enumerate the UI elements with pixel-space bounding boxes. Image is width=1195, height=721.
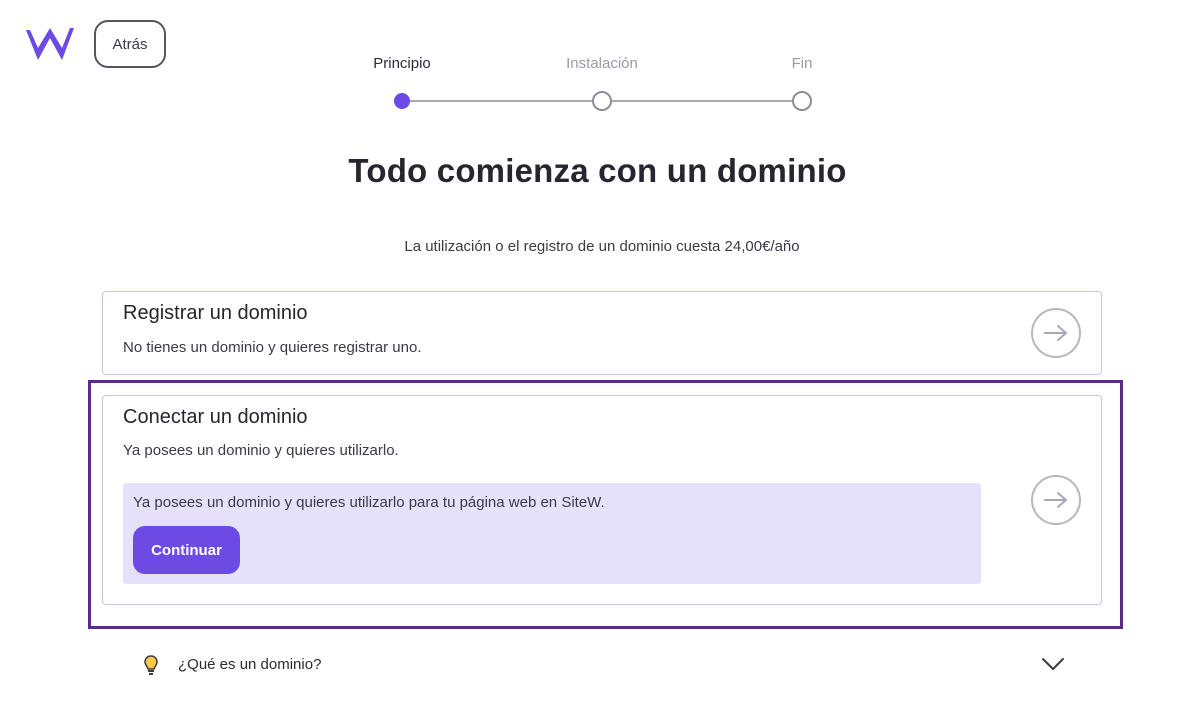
lightbulb-icon (144, 655, 158, 675)
step-dot-active (394, 93, 410, 109)
progress-stepper: Principio Instalación Fin (0, 0, 1195, 120)
step-connector (602, 100, 802, 102)
step-dot (792, 91, 812, 111)
chevron-down-icon[interactable] (1041, 656, 1065, 672)
step-connector (402, 100, 602, 102)
step-dot (592, 91, 612, 111)
connect-domain-arrow-button[interactable] (1031, 475, 1081, 525)
register-domain-option[interactable]: Registrar un dominio No tienes un domini… (102, 291, 1102, 375)
step-label-fin: Fin (791, 55, 813, 72)
register-domain-title: Registrar un dominio (123, 302, 308, 324)
faq-label: ¿Qué es un dominio? (178, 656, 322, 673)
page-title: Todo comienza con un dominio (348, 152, 847, 189)
step-label-principio: Principio (373, 55, 431, 72)
page-subtitle: La utilización o el registro de un domin… (404, 238, 800, 255)
connect-domain-title: Conectar un dominio (123, 406, 308, 428)
register-domain-arrow-button[interactable] (1031, 308, 1081, 358)
arrow-right-icon (1044, 492, 1067, 508)
connect-domain-detail: Ya posees un dominio y quieres utilizarl… (133, 494, 605, 511)
connect-domain-option[interactable]: Conectar un dominio Ya posees un dominio… (102, 395, 1102, 605)
arrow-right-icon (1044, 325, 1067, 341)
connect-domain-description: Ya posees un dominio y quieres utilizarl… (123, 442, 399, 459)
page: Atrás Principio Instalación Fin Todo com… (0, 0, 1195, 721)
step-label-instalacion: Instalación (566, 55, 638, 72)
connect-domain-info-panel: Ya posees un dominio y quieres utilizarl… (123, 483, 981, 584)
faq-what-is-domain[interactable]: ¿Qué es un dominio? (140, 648, 1065, 682)
continue-button[interactable]: Continuar (133, 526, 240, 574)
register-domain-description: No tienes un dominio y quieres registrar… (123, 339, 422, 356)
